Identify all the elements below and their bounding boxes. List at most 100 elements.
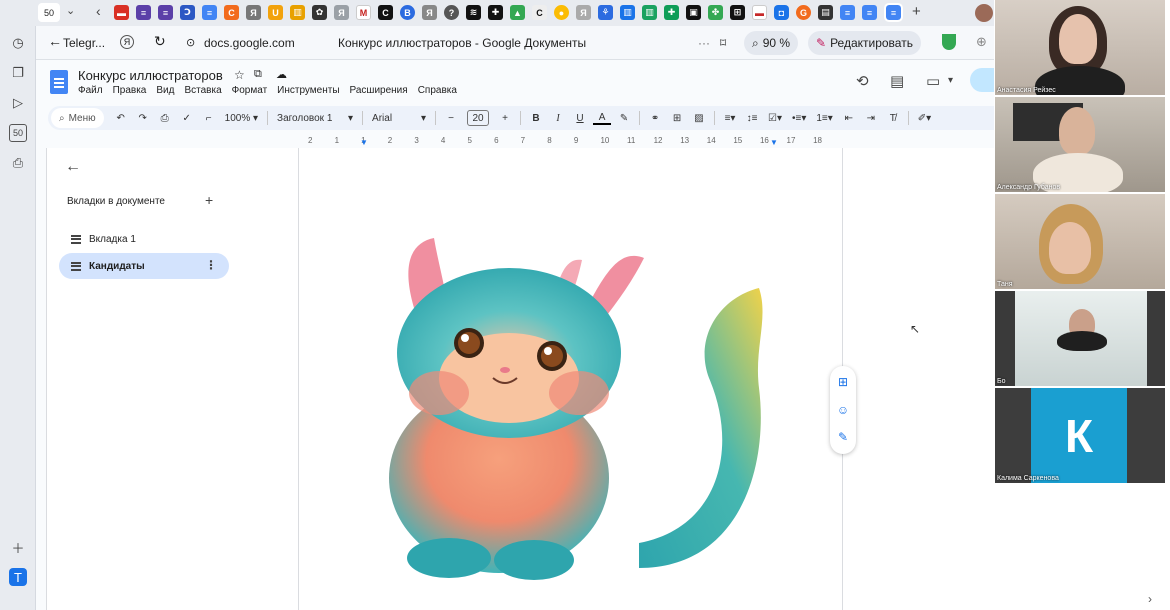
cloud-saved-icon[interactable]: ☁ [276, 68, 287, 81]
italic-button[interactable]: I [549, 108, 567, 128]
participant-tile[interactable]: Александр Губанов [995, 97, 1165, 192]
decrease-indent-icon[interactable]: ⇤ [840, 108, 858, 128]
shield-icon[interactable] [942, 34, 956, 50]
chevron-down-icon[interactable]: ▾ [948, 75, 953, 86]
creature-illustration[interactable] [299, 148, 844, 610]
back-tab-label[interactable]: Telegr... [63, 36, 105, 50]
zoom-pill[interactable]: ⌕ 90 % [744, 31, 799, 55]
tab-count[interactable]: 50 [38, 3, 60, 22]
emoji-reaction-icon[interactable]: ☺ [836, 403, 850, 417]
participant-tile[interactable]: Таня [995, 194, 1165, 289]
tasks-icon[interactable]: T [9, 568, 27, 586]
tab-favicon[interactable]: ▣ [686, 5, 701, 20]
menu-extensions[interactable]: Расширения [350, 85, 408, 96]
right-indent-marker[interactable]: ▼ [770, 138, 778, 147]
participant-tile[interactable]: К Калима Саркенова [995, 388, 1165, 483]
tab-favicon[interactable]: Я [576, 5, 591, 20]
tab-favicon[interactable]: ✿ [312, 5, 327, 20]
collections-icon[interactable]: ❐ [9, 64, 27, 82]
bookmark-icon[interactable]: ⌑ [720, 36, 726, 50]
back-arrow-icon[interactable]: ← [48, 33, 62, 49]
tabs-count-badge[interactable]: 50 [9, 124, 27, 142]
link-icon[interactable]: ⚭ [646, 108, 664, 128]
menu-help[interactable]: Справка [418, 85, 457, 96]
tab-favicon[interactable]: ≋ [466, 5, 481, 20]
back-arrow-icon[interactable]: ← [65, 158, 81, 176]
menu-edit[interactable]: Правка [113, 85, 147, 96]
yandex-icon[interactable]: Я [120, 35, 134, 49]
clear-formatting-icon[interactable]: T̸ [884, 108, 902, 128]
tab-favicon[interactable]: C [378, 5, 393, 20]
reload-icon[interactable]: ↻ [154, 33, 166, 50]
tab-favicon[interactable]: ▬ [114, 5, 129, 20]
play-icon[interactable]: ▷ [9, 94, 27, 112]
docs-tab-favicon[interactable]: ≡ [862, 5, 877, 20]
tab-favicon[interactable]: ≡ [136, 5, 151, 20]
active-tab-favicon[interactable]: ≡ [884, 3, 903, 22]
left-indent-marker[interactable]: ▼ [360, 138, 368, 147]
underline-button[interactable]: U [571, 108, 589, 128]
profile-avatar[interactable] [975, 4, 993, 22]
tab-favicon[interactable]: ◘ [774, 5, 789, 20]
tab-favicon[interactable]: ▤ [818, 5, 833, 20]
tab-favicon[interactable]: ▬ [752, 5, 767, 20]
tab-favicon[interactable]: Я [422, 5, 437, 20]
tab-favicon[interactable]: Я [334, 5, 349, 20]
meet-icon[interactable]: ▭ [926, 72, 940, 90]
comments-icon[interactable]: ▤ [890, 72, 904, 90]
tab-favicon[interactable]: Ↄ [180, 5, 195, 20]
print-icon[interactable]: ⎙ [156, 108, 174, 128]
tab-favicon[interactable]: ⊞ [730, 5, 745, 20]
document-title[interactable]: Конкурс иллюстраторов [78, 68, 223, 83]
menu-format[interactable]: Формат [232, 85, 268, 96]
suggest-edits-icon[interactable]: ✎ [836, 430, 850, 444]
tab-favicon[interactable]: ▥ [290, 5, 305, 20]
numbered-list-icon[interactable]: 1≡▾ [813, 108, 835, 128]
more-options-icon[interactable]: ⋮ [205, 258, 217, 272]
insert-image-icon[interactable]: ▨ [690, 108, 708, 128]
line-spacing-icon[interactable]: ↕≡ [743, 108, 761, 128]
new-tab-icon[interactable]: + [912, 3, 921, 20]
bulleted-list-icon[interactable]: •≡▾ [789, 108, 809, 128]
tab-favicon[interactable]: ≡ [158, 5, 173, 20]
tab-favicon[interactable]: B [400, 5, 415, 20]
edit-button[interactable]: ✎ Редактировать [808, 31, 921, 55]
tab-favicon[interactable]: ✤ [708, 5, 723, 20]
menu-view[interactable]: Вид [156, 85, 174, 96]
tab-favicon[interactable]: C [224, 5, 239, 20]
paint-format-icon[interactable]: ⌐ [200, 108, 218, 128]
chevron-down-icon[interactable]: ⌄ [66, 4, 75, 17]
tab-favicon[interactable]: ● [554, 5, 569, 20]
add-comment-icon[interactable]: ⊞ [836, 375, 850, 389]
document-page[interactable] [298, 148, 843, 610]
participant-tile[interactable]: Бо [995, 291, 1165, 386]
add-comment-icon[interactable]: ⊞ [668, 108, 686, 128]
history-icon[interactable]: ◷ [9, 34, 27, 52]
docs-tab-favicon[interactable]: ≡ [840, 5, 855, 20]
participant-tile[interactable]: Анастасия Рейзес [995, 0, 1165, 95]
tab-favicon[interactable]: G [796, 5, 811, 20]
font-select[interactable]: Arial ▾ [369, 108, 429, 128]
tab-favicon[interactable]: Я [246, 5, 261, 20]
chevron-right-icon[interactable]: › [1148, 592, 1152, 606]
star-icon[interactable]: ☆ [234, 68, 245, 82]
tab-favicon[interactable]: C [532, 5, 547, 20]
editing-mode-icon[interactable]: ✐▾ [915, 108, 934, 128]
align-icon[interactable]: ≡▾ [721, 108, 739, 128]
menu-tools[interactable]: Инструменты [277, 85, 339, 96]
checklist-icon[interactable]: ☑▾ [765, 108, 785, 128]
spellcheck-icon[interactable]: ✓ [178, 108, 196, 128]
text-color-button[interactable]: A [593, 111, 612, 125]
tab-favicon[interactable]: ✚ [488, 5, 503, 20]
increase-font-icon[interactable]: + [496, 108, 514, 128]
url-text[interactable]: docs.google.com [204, 36, 295, 50]
version-history-icon[interactable]: ⟲ [856, 72, 869, 90]
zoom-select[interactable]: 100% ▾ [222, 108, 261, 128]
tab-favicon[interactable]: ≡ [202, 5, 217, 20]
font-size-input[interactable]: 20 [464, 108, 492, 128]
bold-button[interactable]: B [527, 108, 545, 128]
site-info-icon[interactable]: ⊙ [186, 36, 195, 49]
tab-favicon[interactable]: ? [444, 5, 459, 20]
sheets-icon[interactable]: ✚ [664, 5, 679, 20]
menu-insert[interactable]: Вставка [184, 85, 221, 96]
